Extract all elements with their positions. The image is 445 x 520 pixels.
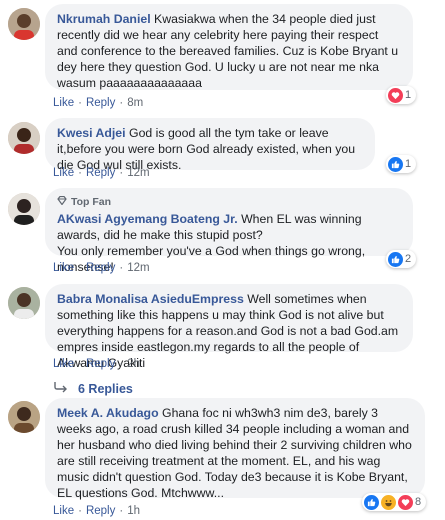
like-icon xyxy=(388,156,403,172)
comment-bubble: Nkrumah Daniel Kwasiakwa when the 34 peo… xyxy=(45,4,413,90)
reactions-badge[interactable]: 1 xyxy=(386,86,417,104)
comment-bubble: Kwesi Adjei God is good all the tym take… xyxy=(45,118,375,172)
reply-link[interactable]: Reply xyxy=(86,262,115,274)
comment-actions: Like · Reply · 12m xyxy=(53,167,150,179)
comment-actions: Like · Reply · 2h xyxy=(53,358,140,370)
haha-icon xyxy=(381,494,396,510)
reply-link[interactable]: Reply xyxy=(86,358,115,370)
like-link[interactable]: Like xyxy=(53,97,74,109)
reactions-badge[interactable]: 1 xyxy=(386,155,417,173)
reaction-count: 1 xyxy=(405,89,412,101)
reply-arrow-icon xyxy=(54,381,68,396)
view-replies-link[interactable]: 6 Replies xyxy=(54,381,133,396)
comment-bubble: Babra Monalisa AsieduEmpress Well someti… xyxy=(45,284,413,370)
timestamp[interactable]: 2h xyxy=(127,358,140,370)
avatar[interactable] xyxy=(8,401,40,433)
like-link[interactable]: Like xyxy=(53,358,74,370)
timestamp[interactable]: 8m xyxy=(127,97,143,109)
timestamp[interactable]: 12m xyxy=(127,167,149,179)
timestamp[interactable]: 1h xyxy=(127,505,140,517)
comment-actions: Like · Reply · 1h xyxy=(53,505,140,517)
love-icon xyxy=(388,87,403,103)
comment-author[interactable]: Nkrumah Daniel xyxy=(57,12,151,26)
reactions-badge[interactable]: 2 xyxy=(386,250,417,268)
reactions-badge[interactable]: 8 xyxy=(362,493,427,511)
comment-text: Ghana foc ni wh3wh3 nim de3, barely 3 we… xyxy=(57,406,412,500)
comment-bubble: Meek A. Akudago Ghana foc ni wh3wh3 nim … xyxy=(45,398,425,500)
comment-author[interactable]: Meek A. Akudago xyxy=(57,406,159,420)
comment-actions: Like · Reply · 8m xyxy=(53,97,144,109)
replies-count[interactable]: 6 Replies xyxy=(78,382,133,396)
avatar[interactable] xyxy=(8,8,40,40)
comment-actions: Like · Reply · 12m xyxy=(53,262,150,274)
avatar[interactable] xyxy=(8,122,40,154)
top-fan-badge: Top Fan xyxy=(57,194,401,210)
comment-author[interactable]: Kwesi Adjei xyxy=(57,126,126,140)
reply-link[interactable]: Reply xyxy=(86,97,115,109)
avatar[interactable] xyxy=(8,193,40,225)
like-icon xyxy=(364,494,379,510)
reply-link[interactable]: Reply xyxy=(86,167,115,179)
like-link[interactable]: Like xyxy=(53,505,74,517)
reaction-count: 2 xyxy=(405,253,412,265)
avatar[interactable] xyxy=(8,287,40,319)
reply-link[interactable]: Reply xyxy=(86,505,115,517)
comment-author[interactable]: AKwasi Agyemang Boateng Jr. xyxy=(57,212,238,226)
diamond-icon xyxy=(57,194,67,210)
love-icon xyxy=(398,494,413,510)
comment-bubble: Top Fan AKwasi Agyemang Boateng Jr. When… xyxy=(45,188,413,274)
reaction-count: 1 xyxy=(405,158,412,170)
comment-author[interactable]: Babra Monalisa AsieduEmpress xyxy=(57,292,244,306)
like-link[interactable]: Like xyxy=(53,262,74,274)
top-fan-label: Top Fan xyxy=(71,196,112,208)
like-link[interactable]: Like xyxy=(53,167,74,179)
like-icon xyxy=(388,251,403,267)
timestamp[interactable]: 12m xyxy=(127,262,149,274)
reaction-count: 8 xyxy=(415,496,422,508)
